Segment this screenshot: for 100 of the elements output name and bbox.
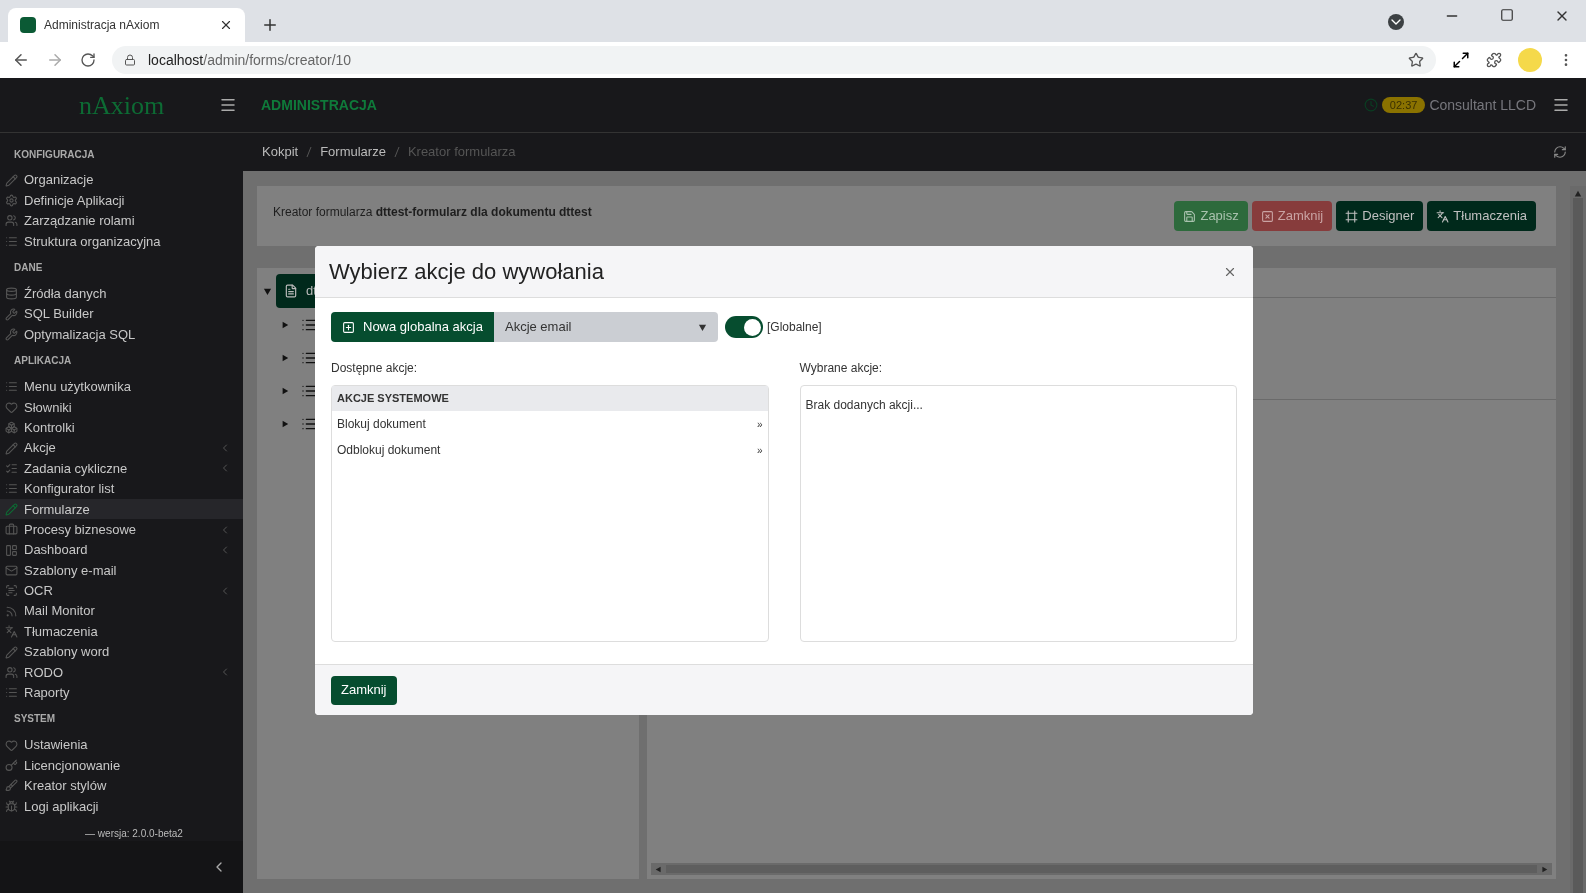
app-title: ADMINISTRACJA (261, 95, 377, 115)
page-title: Kreator formularza dttest-formularz dla dokumentu dttest (273, 204, 593, 221)
expand-caret-icon[interactable] (281, 386, 289, 395)
maximize-icon[interactable] (1500, 8, 1514, 22)
separator-icon (306, 146, 313, 158)
sidebar-item[interactable]: Definicje Aplikacji (0, 190, 243, 211)
item-icon (5, 173, 18, 187)
sidebar-item[interactable]: Formularze (0, 499, 243, 520)
item-icon (5, 779, 18, 793)
sidebar-item[interactable]: Raporty (0, 682, 243, 703)
section-heading: DANE (13, 261, 44, 276)
item-icon (5, 563, 18, 577)
sidebar-item[interactable]: Ustawienia (0, 735, 243, 756)
horizontal-scrollbar[interactable] (651, 863, 1552, 875)
item-icon (5, 625, 18, 639)
sidebar-item[interactable]: Licencjonowanie (0, 755, 243, 776)
vertical-scrollbar[interactable] (1570, 186, 1586, 893)
sidebar-item[interactable]: Procesy biznesowe (0, 519, 243, 540)
sidebar-item[interactable]: Konfigurator list (0, 478, 243, 500)
breadcrumb[interactable]: Formularze (320, 142, 386, 162)
sidebar-item[interactable]: Menu użytkownika (0, 376, 243, 398)
toolbar-button[interactable]: Designer (1336, 201, 1424, 231)
sidebar-item[interactable]: OCR (0, 580, 243, 602)
url-text: localhost/admin/forms/creator/10 (148, 50, 353, 70)
selected-label: Wybrane akcje: (799, 360, 884, 377)
item-icon (5, 584, 18, 598)
sidebar-item[interactable]: Dashboard (0, 539, 243, 561)
empty-message: Brak dodanych akcji... (805, 398, 923, 412)
button-icon (1436, 209, 1450, 223)
toolbar-button[interactable]: Tłumaczenia (1427, 201, 1536, 231)
sidebar-item[interactable]: Zadania cykliczne (0, 458, 243, 479)
action-item[interactable]: Blokuj dokument » (332, 411, 768, 437)
sidebar-item[interactable]: SQL Builder (0, 303, 243, 325)
group-heading: AKCJE SYSTEMOWE (332, 386, 768, 411)
sidebar-item[interactable]: Słowniki (0, 397, 243, 418)
menu-icon[interactable] (219, 96, 237, 114)
expand-caret-icon[interactable] (281, 419, 289, 428)
expand-caret-icon[interactable] (281, 320, 289, 329)
sidebar-item[interactable]: Optymalizacja SQL (0, 324, 243, 345)
separator-icon (393, 146, 400, 158)
sidebar-item[interactable]: Organizacje (0, 170, 243, 191)
bookmark-star-icon[interactable] (1408, 52, 1424, 68)
breadcrumb: Kreator formularza (407, 143, 516, 162)
item-icon (5, 543, 18, 557)
item-icon (5, 759, 18, 773)
item-icon (5, 523, 18, 537)
action-type-select[interactable]: Akcje email (493, 312, 718, 342)
plus-icon (342, 320, 355, 334)
sidebar-item[interactable]: Logi aplikacji (0, 796, 243, 817)
item-icon (5, 400, 18, 414)
user-menu-icon[interactable] (1552, 96, 1570, 114)
expand-caret-icon[interactable] (263, 286, 272, 296)
sidebar-item[interactable]: Szablony e-mail (0, 560, 243, 581)
refresh-icon[interactable] (1553, 145, 1567, 159)
scroll-left-icon[interactable] (655, 865, 662, 873)
add-marker[interactable]: » (756, 416, 763, 432)
action-item[interactable]: Odblokuj dokument » (332, 437, 768, 463)
document-icon (284, 284, 298, 298)
new-tab-icon[interactable] (261, 16, 279, 34)
item-icon (5, 462, 18, 475)
toggle-label: [Globalne] (766, 319, 822, 336)
reload-icon[interactable] (80, 52, 96, 68)
favicon-icon (20, 17, 36, 33)
close-icon[interactable] (219, 18, 233, 32)
sidebar-item[interactable]: Struktura organizacyjna (0, 231, 243, 252)
close-button[interactable]: Zamknij (331, 675, 397, 705)
item-icon (5, 421, 18, 435)
sidebar-item[interactable]: Tłumaczenia (0, 621, 243, 642)
item-icon (5, 194, 18, 208)
back-icon[interactable] (12, 51, 30, 69)
user-name: Consultant LLCD (1429, 95, 1536, 115)
sidebar-item[interactable]: Akcje (0, 437, 243, 459)
sidebar-item[interactable]: Mail Monitor (0, 601, 243, 622)
add-marker[interactable]: » (756, 442, 763, 458)
item-icon (5, 287, 18, 301)
button-icon (1260, 209, 1274, 223)
global-toggle[interactable] (724, 316, 763, 338)
logo: nAxiom (78, 89, 165, 122)
lock-icon (124, 54, 136, 66)
expand-icon[interactable] (1452, 51, 1470, 69)
tab-title: Administracja nAxiom (44, 17, 161, 34)
sidebar-item[interactable]: Zarządzanie rolami (0, 210, 243, 232)
scroll-right-icon[interactable] (1541, 865, 1548, 873)
expand-caret-icon[interactable] (281, 353, 289, 362)
sidebar-item[interactable]: Kreator stylów (0, 775, 243, 797)
sidebar-item[interactable]: Kontrolki (0, 417, 243, 438)
new-action-button[interactable]: Nowa globalna akcja (331, 312, 494, 342)
browser-tab[interactable]: Administracja nAxiom (8, 8, 245, 42)
section-heading: SYSTEM (13, 712, 57, 727)
sidebar-item[interactable]: RODO (0, 662, 243, 683)
item-icon (5, 665, 18, 679)
sidebar-item[interactable]: Szablony word (0, 641, 243, 663)
breadcrumb[interactable]: Kokpit (262, 142, 299, 162)
extensions-icon[interactable] (1486, 52, 1502, 68)
item-icon (5, 482, 18, 496)
sidebar-item[interactable]: Źródła danych (0, 283, 243, 304)
tab-search-icon[interactable] (1388, 14, 1404, 30)
version-text: — wersja: 2.0.0-beta2 (84, 826, 184, 841)
item-icon (5, 502, 18, 516)
address-field[interactable]: localhost/admin/forms/creator/10 (112, 46, 1436, 74)
